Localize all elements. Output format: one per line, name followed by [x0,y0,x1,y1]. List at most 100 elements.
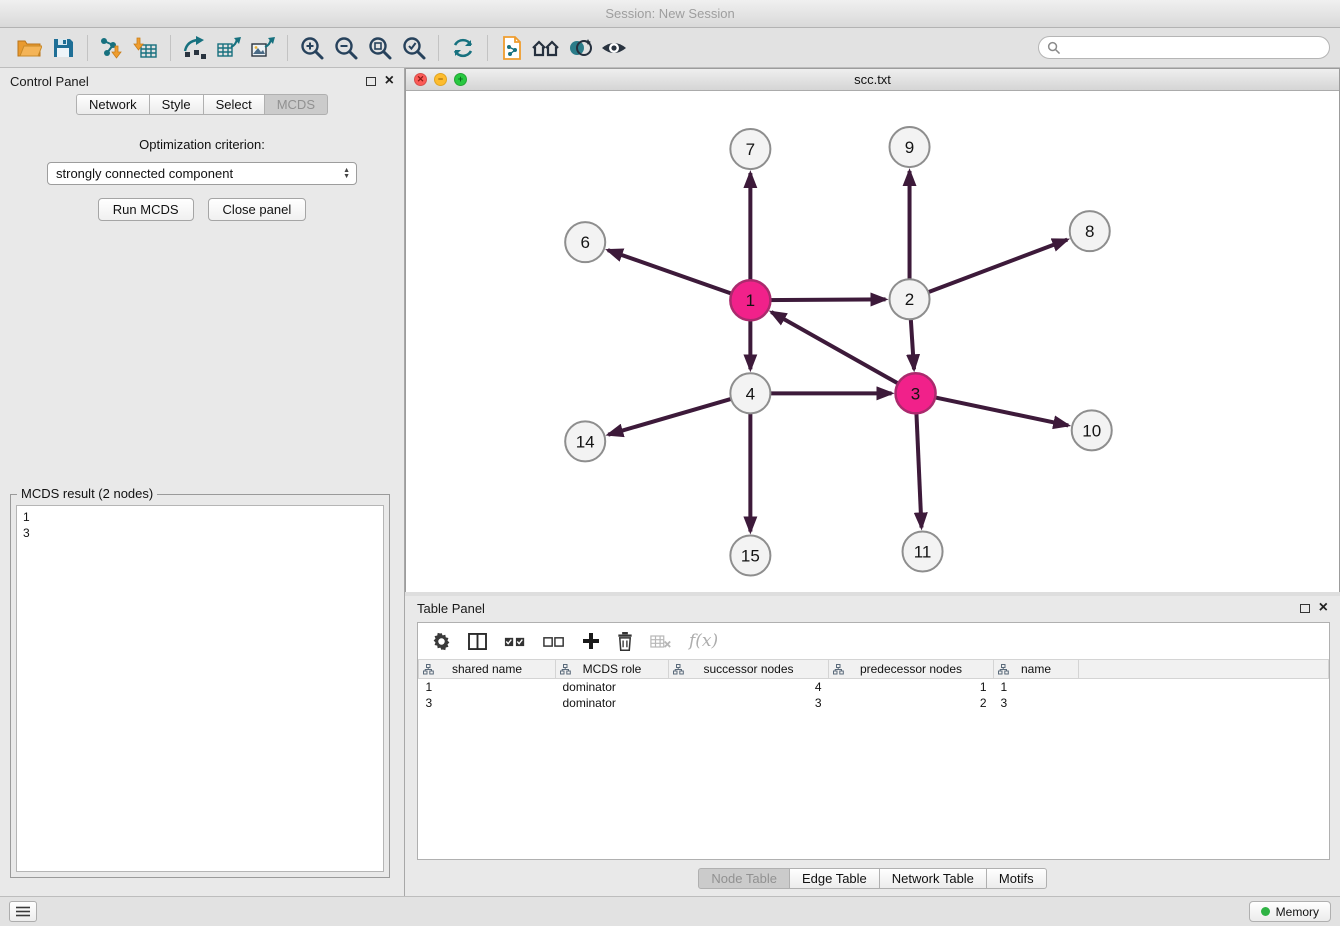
save-session-icon[interactable] [46,32,80,64]
svg-text:14: 14 [576,432,595,451]
tab-select[interactable]: Select [203,94,265,115]
zoom-out-icon[interactable] [329,32,363,64]
column-header-successor-nodes[interactable]: successor nodes [669,660,829,679]
table-row[interactable]: 1dominator411 [419,679,1329,695]
graph-node-11[interactable]: 11 [903,531,943,571]
close-panel-button[interactable]: Close panel [208,198,307,221]
graph-node-6[interactable]: 6 [565,222,605,262]
open-file-icon[interactable] [12,32,46,64]
table-cell: dominator [556,679,669,695]
tab-network[interactable]: Network [76,94,150,115]
close-table-panel-icon[interactable]: × [1319,603,1328,613]
function-builder-icon[interactable]: f(x) [689,631,718,651]
float-table-panel-icon[interactable] [1300,604,1310,613]
network-window-titlebar[interactable]: ✕ − + scc.txt [406,69,1339,91]
table-panel: Table Panel × [405,596,1340,896]
graph-node-14[interactable]: 14 [565,421,605,461]
graph-node-2[interactable]: 2 [890,279,930,319]
show-hide-graphics-icon[interactable] [597,32,631,64]
window-minimize-icon[interactable]: − [434,73,447,86]
graph-node-15[interactable]: 15 [730,535,770,575]
import-network-from-file-icon[interactable] [95,32,129,64]
graph-node-9[interactable]: 9 [890,127,930,167]
delete-table-icon[interactable] [650,634,672,649]
table-panel-tabs: Node Table Edge Table Network Table Moti… [405,868,1340,889]
apply-layout-icon[interactable] [446,32,480,64]
run-mcds-button[interactable]: Run MCDS [98,198,194,221]
column-header-predecessor-nodes[interactable]: predecessor nodes [829,660,994,679]
table-cell-filler [1079,695,1329,711]
toolbar-separator [287,35,288,61]
tab-mcds[interactable]: MCDS [264,94,328,115]
control-panel-title: Control Panel [10,74,89,89]
new-network-table-icon[interactable] [212,32,246,64]
tab-network-table[interactable]: Network Table [879,868,987,889]
export-image-icon[interactable] [246,32,280,64]
graph-edge-3-10[interactable] [916,393,1069,425]
new-network-icon[interactable] [178,32,212,64]
graph-edge-1-6[interactable] [608,250,751,300]
network-document-icon[interactable] [495,32,529,64]
table-toolbar: f(x) [418,623,1329,659]
column-header-filler [1079,660,1329,679]
toolbar-search[interactable] [1038,36,1330,59]
node-table: shared name MCDS role successor nodes [418,659,1329,711]
graph-node-3[interactable]: 3 [896,373,936,413]
table-cell: dominator [556,695,669,711]
application-window: Session: New Session [0,0,1340,926]
import-table-from-file-icon[interactable] [129,32,163,64]
deselect-all-rows-icon[interactable] [543,634,565,649]
column-header-shared-name[interactable]: shared name [419,660,556,679]
window-close-icon[interactable]: ✕ [414,73,427,86]
column-header-name[interactable]: name [994,660,1079,679]
window-zoom-icon[interactable]: + [454,73,467,86]
network-canvas[interactable]: 7 9 6 8 1 2 4 3 14 10 15 11 [406,91,1339,592]
table-cell: 3 [419,695,556,711]
optimization-criterion-select[interactable]: strongly connected component ▲▼ [47,162,357,185]
table-row[interactable]: 3dominator323 [419,695,1329,711]
svg-text:10: 10 [1082,421,1101,440]
memory-button[interactable]: Memory [1249,901,1331,922]
delete-column-icon[interactable] [617,632,633,651]
table-cell: 1 [994,679,1079,695]
svg-text:8: 8 [1085,222,1094,241]
graph-node-7[interactable]: 7 [730,129,770,169]
window-title: Session: New Session [605,6,734,21]
search-input[interactable] [1065,41,1321,55]
control-panel-tabs: Network Style Select MCDS [0,94,404,115]
table-cell: 2 [829,695,994,711]
graph-node-10[interactable]: 10 [1072,410,1112,450]
zoom-selected-icon[interactable] [397,32,431,64]
home-views-icon[interactable] [529,32,563,64]
add-column-icon[interactable] [582,632,600,650]
float-panel-icon[interactable] [366,77,376,86]
graph-node-8[interactable]: 8 [1070,211,1110,251]
zoom-in-icon[interactable] [295,32,329,64]
graph-edge-4-14[interactable] [608,393,750,434]
toolbar-separator [87,35,88,61]
style-blend-icon[interactable] [563,32,597,64]
tab-edge-table[interactable]: Edge Table [789,868,880,889]
show-panels-list-icon[interactable] [9,901,37,922]
close-panel-icon[interactable]: × [385,76,394,86]
graph-node-4[interactable]: 4 [730,373,770,413]
main-toolbar [0,28,1340,68]
window-titlebar: Session: New Session [0,0,1340,28]
tab-motifs[interactable]: Motifs [986,868,1047,889]
select-all-rows-icon[interactable] [504,634,526,649]
control-panel: Control Panel × Network Style Select MCD… [0,68,405,896]
graph-node-1[interactable]: 1 [730,280,770,320]
tab-node-table[interactable]: Node Table [698,868,790,889]
graph-edge-3-1[interactable] [771,312,915,393]
tab-style[interactable]: Style [149,94,204,115]
table-cell: 4 [669,679,829,695]
show-columns-icon[interactable] [468,633,487,650]
table-cell: 1 [829,679,994,695]
zoom-fit-icon[interactable] [363,32,397,64]
mcds-result-list[interactable]: 1 3 [16,505,384,872]
column-header-mcds-role[interactable]: MCDS role [556,660,669,679]
graph-edge-2-8[interactable] [910,240,1068,300]
column-type-icon [998,664,1009,678]
table-settings-gear-icon[interactable] [432,632,451,651]
network-canvas-svg: 7 9 6 8 1 2 4 3 14 10 15 11 [406,91,1339,592]
